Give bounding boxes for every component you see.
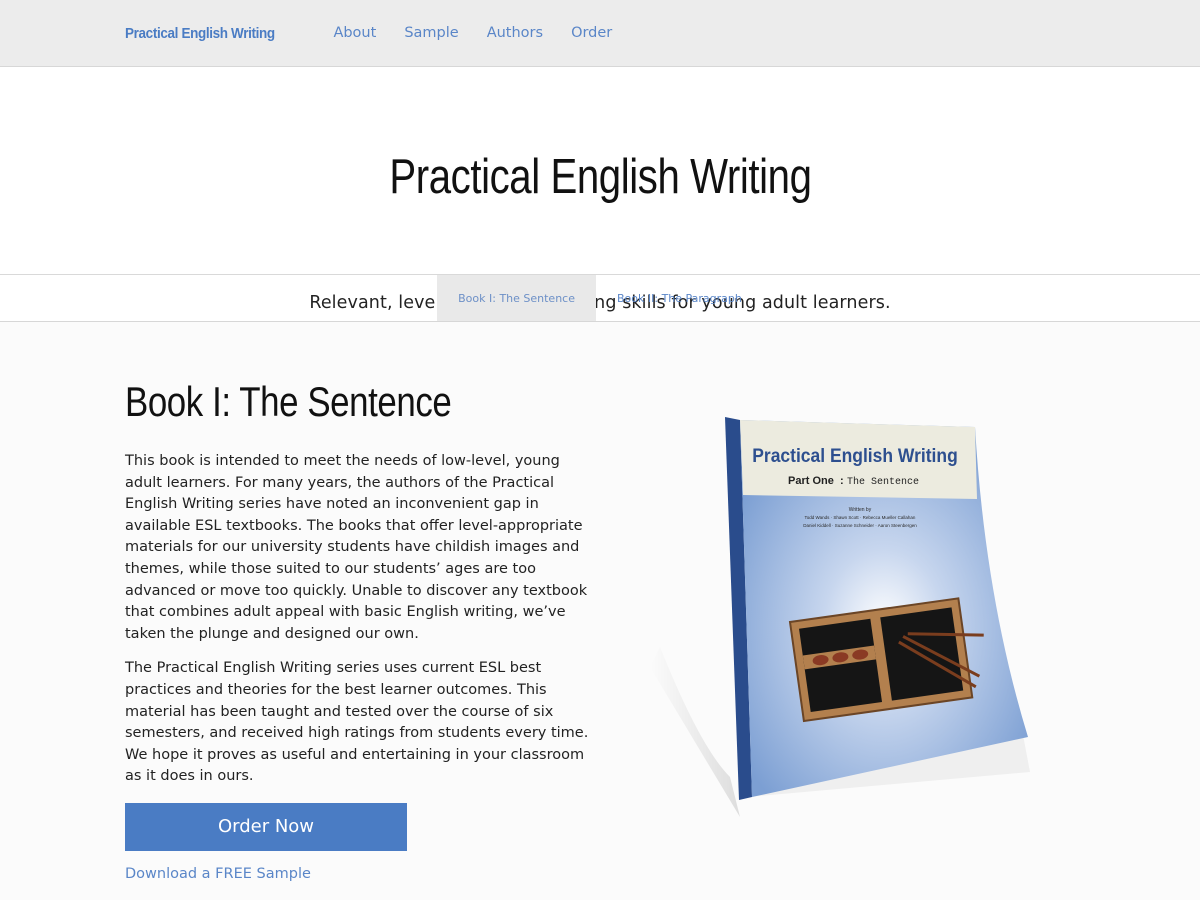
book-paragraph-2: The Practical English Writing series use… bbox=[125, 660, 589, 785]
tab-book-two[interactable]: Book II: The Paragraph bbox=[596, 275, 763, 321]
cover-title: Practical English Writing bbox=[752, 444, 958, 466]
nav-link-authors[interactable]: Authors bbox=[487, 25, 543, 41]
book-cover-svg: Practical English Writing Part One : The… bbox=[650, 417, 1030, 817]
top-navbar: Practical English Writing About Sample A… bbox=[0, 0, 1200, 67]
book-panel: Book I: The Sentence This book is intend… bbox=[0, 322, 1200, 898]
cover-authors-2: Daniel Kiddell · Suzanne Schneider · Aar… bbox=[803, 523, 917, 528]
cover-part: Part One bbox=[788, 475, 834, 487]
cover-written-by: Written by bbox=[849, 507, 872, 513]
nav-links: About Sample Authors Order bbox=[333, 25, 612, 41]
cover-subtitle: The Sentence bbox=[847, 476, 919, 488]
book-tabs: Book I: The Sentence Book II: The Paragr… bbox=[0, 275, 1200, 322]
download-sample-link[interactable]: Download a FREE Sample bbox=[125, 866, 595, 882]
cover-authors-1: Todd Wands · Shawn Scott · Rebecca Muell… bbox=[805, 515, 916, 520]
nav-link-about[interactable]: About bbox=[333, 25, 376, 41]
order-now-button[interactable]: Order Now bbox=[125, 802, 407, 851]
book-paragraph-1: This book is intended to meet the needs … bbox=[125, 453, 588, 642]
svg-text::: : bbox=[840, 475, 844, 487]
nav-link-order[interactable]: Order bbox=[571, 25, 612, 41]
brand-link[interactable]: Practical English Writing bbox=[125, 25, 275, 42]
book-heading: Book I: The Sentence bbox=[125, 378, 452, 425]
hero-section: Practical English Writing Relevant, leve… bbox=[0, 67, 1200, 313]
book-description: Book I: The Sentence This book is intend… bbox=[125, 377, 595, 882]
book-cover-image: Practical English Writing Part One : The… bbox=[640, 417, 1060, 877]
nav-link-sample[interactable]: Sample bbox=[404, 25, 458, 41]
tab-book-one[interactable]: Book I: The Sentence bbox=[437, 275, 596, 321]
hero-title: Practical English Writing bbox=[388, 150, 812, 204]
